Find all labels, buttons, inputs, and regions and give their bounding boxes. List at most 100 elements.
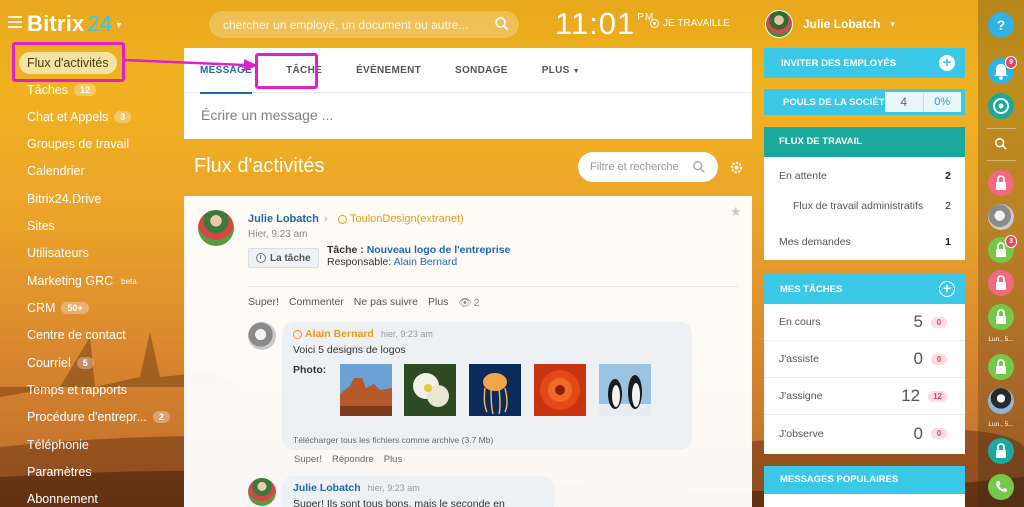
rail-timestamp: Lun., 5...: [988, 336, 1014, 343]
post-timestamp[interactable]: Hier, 9:23 am: [248, 229, 307, 240]
sidebar-item-users[interactable]: Utilisateurs: [27, 242, 89, 264]
sidebar-item-contact-center[interactable]: Centre de contact: [27, 324, 126, 346]
list-item[interactable]: Mes demandes 1: [779, 236, 951, 248]
lock-icon[interactable]: [988, 270, 1014, 296]
tab-poll[interactable]: SONDAGE: [455, 48, 508, 93]
lock-icon[interactable]: [988, 170, 1014, 196]
company-pulse[interactable]: POULS DE LA SOCIÉTÉ 4 0%: [764, 89, 965, 115]
avatar[interactable]: [988, 204, 1014, 230]
photo-thumbnail[interactable]: [340, 364, 392, 416]
sidebar-item-label: CRM: [27, 301, 56, 315]
photo-thumbnail[interactable]: [599, 364, 651, 416]
workflow-count: 2: [945, 170, 951, 182]
global-search-input[interactable]: [209, 11, 519, 38]
photo-thumbnail[interactable]: [534, 364, 586, 416]
popular-posts-header[interactable]: MESSAGES POPULAIRES: [764, 466, 965, 494]
comment-actions: Super! Répondre Plus: [294, 454, 402, 465]
comment-author-link[interactable]: Alain Bernard hier, 9:23 am: [293, 328, 433, 340]
views-count: 2: [473, 296, 480, 309]
more-button[interactable]: Plus: [384, 454, 402, 465]
post-author-link[interactable]: Julie Lobatch: [248, 213, 319, 225]
avatar[interactable]: [248, 322, 276, 350]
lock-icon[interactable]: [988, 354, 1014, 380]
avatar[interactable]: [988, 388, 1014, 414]
like-button[interactable]: Super!: [294, 454, 322, 465]
list-item[interactable]: J'observe 0 0: [764, 415, 965, 452]
sidebar-item-crm[interactable]: CRM 50+: [27, 297, 89, 319]
add-task-icon[interactable]: +: [939, 281, 955, 297]
gear-icon[interactable]: [729, 160, 744, 175]
photo-label: Photo:: [293, 364, 327, 376]
task-name-link[interactable]: Nouveau logo de l'entreprise: [367, 244, 511, 256]
sidebar-item-mail[interactable]: Courriel 5: [27, 352, 94, 374]
work-status-button[interactable]: JE TRAVAILLE: [650, 18, 730, 29]
top-bar: Bitrix24▾ 11:01PM JE TRAVAILLE Julie Lob…: [0, 0, 978, 48]
counter-badge: 12: [928, 390, 947, 402]
lock-icon[interactable]: [988, 438, 1014, 464]
post-actions: Super! Commenter Ne pas suivre Plus 👁 2: [248, 296, 480, 309]
sidebar-item-workgroups[interactable]: Groupes de travail: [27, 133, 129, 155]
post-group-label: ToulonDesign(extranet): [350, 213, 464, 225]
sidebar-item-time-reports[interactable]: Temps et rapports: [27, 379, 127, 401]
avatar[interactable]: [248, 478, 276, 506]
counter-badge: 0: [931, 428, 947, 439]
open-channels-button[interactable]: [988, 93, 1014, 119]
star-icon[interactable]: ★: [730, 204, 742, 220]
sidebar-item-drive[interactable]: Bitrix24.Drive: [27, 188, 101, 210]
workflow-list: En attente 2 Flux de travail administrati…: [764, 157, 965, 260]
sidebar-item-sites[interactable]: Sites: [27, 215, 55, 237]
work-status-label: JE TRAVAILLE: [663, 18, 730, 29]
clock[interactable]: 11:01 PM: [555, 6, 654, 42]
user-menu[interactable]: Julie Lobatch ▾: [765, 10, 895, 38]
tab-event[interactable]: ÉVÈNEMENT: [356, 48, 421, 93]
search-icon[interactable]: [994, 137, 1008, 151]
responsible-link[interactable]: Alain Bernard: [394, 256, 458, 268]
download-archive-link[interactable]: Télécharger tous les fichiers comme arch…: [293, 435, 493, 445]
list-item[interactable]: J'assigne 12 12: [764, 378, 965, 415]
task-row-value: 0: [913, 349, 923, 368]
my-tasks-header[interactable]: MES TÂCHES +: [764, 274, 965, 304]
reply-button[interactable]: Répondre: [332, 454, 374, 465]
sidebar-item-calendar[interactable]: Calendrier: [27, 160, 85, 182]
record-icon: [650, 19, 659, 28]
popular-posts-list: [764, 494, 965, 507]
post-group-link[interactable]: ToulonDesign(extranet): [338, 213, 464, 225]
tab-more[interactable]: PLUS ▼: [542, 48, 580, 93]
task-responsible-line: Responsable: Alain Bernard: [327, 256, 457, 268]
message-input[interactable]: [201, 107, 721, 123]
search-icon[interactable]: [494, 16, 510, 32]
sidebar-item-telephony[interactable]: Téléphonie: [27, 434, 89, 456]
help-button[interactable]: ?: [988, 12, 1014, 38]
app-logo[interactable]: Bitrix 24 ▾: [27, 11, 122, 37]
my-tasks-list: En cours 5 0 J'assiste 0 0 J'assigne 12 12 J'o…: [764, 304, 965, 454]
like-button[interactable]: Super!: [248, 296, 279, 309]
comment-author-link[interactable]: Julie Lobatch hier, 9:23 am: [293, 482, 420, 494]
sidebar-item-marketing[interactable]: Marketing GRC beta: [27, 270, 137, 292]
list-item[interactable]: En cours 5 0: [764, 304, 965, 341]
notifications-button[interactable]: 9: [988, 56, 1017, 84]
hamburger-menu-icon[interactable]: [8, 16, 22, 28]
list-item[interactable]: J'assiste 0 0: [764, 341, 965, 378]
workflow-header[interactable]: FLUX DE TRAVAIL: [764, 127, 965, 157]
sidebar-item-label: Chat et Appels: [27, 110, 109, 124]
sidebar-item-settings[interactable]: Paramètres: [27, 461, 92, 483]
photo-thumbnail[interactable]: [404, 364, 456, 416]
sidebar-item-label: Paramètres: [27, 465, 92, 479]
sidebar-item-tasks[interactable]: Tâches 12: [27, 79, 97, 101]
phone-button[interactable]: [988, 474, 1014, 500]
sidebar-item-business-process[interactable]: Procédure d'entrepr... 2: [27, 406, 170, 428]
list-item[interactable]: En attente 2: [779, 170, 951, 182]
search-icon[interactable]: [692, 160, 706, 174]
lock-icon[interactable]: 3: [988, 235, 1017, 263]
comment-button[interactable]: Commenter: [289, 296, 344, 309]
photo-thumbnail[interactable]: [469, 364, 521, 416]
more-button[interactable]: Plus: [428, 296, 448, 309]
lock-icon[interactable]: [988, 304, 1014, 330]
unfollow-button[interactable]: Ne pas suivre: [354, 296, 418, 309]
sidebar-item-chat[interactable]: Chat et Appels 3: [27, 106, 132, 128]
invite-employees-button[interactable]: INVITER DES EMPLOYÉS +: [764, 48, 965, 78]
eye-icon: 👁: [458, 297, 472, 309]
avatar[interactable]: [198, 210, 234, 246]
sidebar-item-subscription[interactable]: Abonnement: [27, 488, 98, 507]
list-item[interactable]: Flux de travail administratifs 2: [793, 200, 951, 212]
